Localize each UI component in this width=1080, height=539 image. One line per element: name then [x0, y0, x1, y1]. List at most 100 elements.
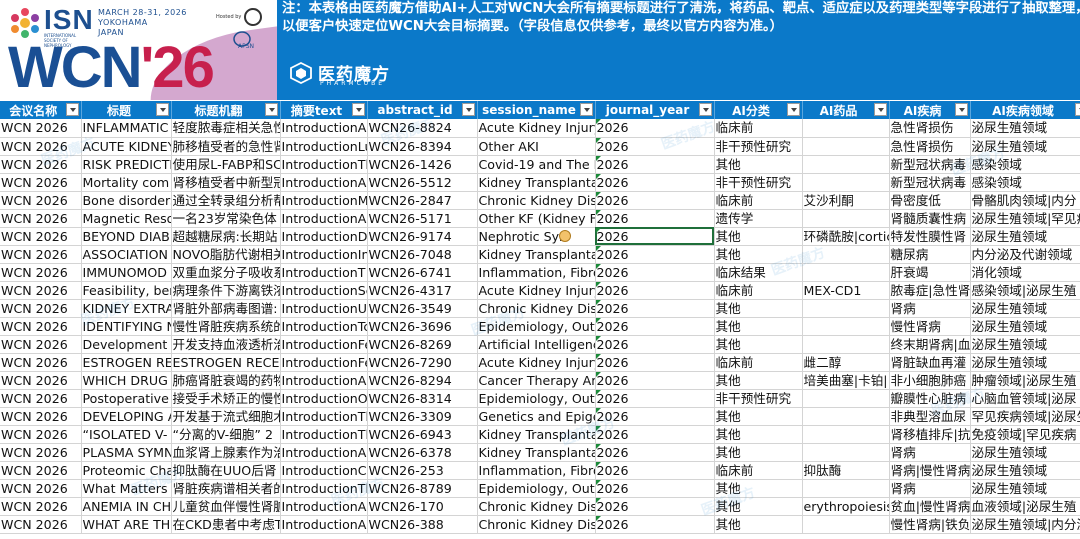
table-cell[interactable]: IntroductionTh [280, 155, 368, 174]
table-cell[interactable]: MEX-CD1 [802, 281, 890, 300]
table-cell[interactable]: WCN26-3696 [367, 317, 478, 336]
table-cell[interactable]: Chronic Kidney Dis [477, 497, 596, 516]
table-cell[interactable]: 肾病 [889, 479, 971, 498]
table-cell[interactable]: 肾移植受者中新型冠 [171, 173, 281, 192]
table-cell[interactable]: 非小细胞肺癌 [889, 371, 971, 390]
table-cell[interactable]: IntroductionLu [280, 137, 368, 156]
table-cell[interactable] [802, 407, 890, 426]
column-header[interactable]: journal_year [595, 101, 715, 119]
table-cell[interactable]: 其他 [714, 317, 803, 336]
table-cell[interactable]: WCN 2026 [0, 209, 82, 228]
table-cell[interactable]: 非干预性研究 [714, 137, 803, 156]
column-header[interactable]: AI药品 [802, 101, 890, 119]
table-cell[interactable]: 其他 [714, 479, 803, 498]
table-cell[interactable]: 急性肾损伤 [889, 119, 971, 138]
table-cell[interactable]: WCN26-388 [367, 515, 478, 534]
table-cell[interactable]: 慢性肾病 [889, 317, 971, 336]
table-cell[interactable]: 慢性肾病|铁负 [889, 515, 971, 534]
table-cell[interactable]: IntroductionTh [280, 479, 368, 498]
table-cell[interactable]: 急性肾损伤 [889, 137, 971, 156]
table-cell[interactable]: 免疫领域|罕见疾病 [970, 425, 1080, 444]
table-cell[interactable]: Kidney Transplanta [477, 245, 596, 264]
table-cell[interactable]: Covid-19 and The K [477, 155, 596, 174]
table-cell[interactable]: IntroductionSe [280, 281, 368, 300]
table-cell[interactable]: Epidemiology, Outc [477, 389, 596, 408]
table-cell[interactable]: 2026 [595, 155, 715, 174]
table-cell[interactable]: 感染领域|泌尿生殖 [970, 281, 1080, 300]
table-cell[interactable]: Other KF (Kidney Fa [477, 209, 596, 228]
table-cell[interactable]: 2026 [595, 263, 715, 282]
table-cell[interactable]: WCN 2026 [0, 335, 82, 354]
table-cell[interactable]: IDENTIFYING N [81, 317, 172, 336]
table-cell[interactable]: 终末期肾病|血 [889, 335, 971, 354]
table-cell[interactable]: IntroductionT [280, 263, 368, 282]
table-cell[interactable]: 泌尿生殖领域 [970, 299, 1080, 318]
table-cell[interactable]: ESTROGEN RECEP [171, 353, 281, 372]
table-cell[interactable]: IntroductionA [280, 443, 368, 462]
table-cell[interactable]: 2026 [595, 173, 715, 192]
table-cell[interactable]: 遗传学 [714, 209, 803, 228]
table-cell[interactable]: 其他 [714, 227, 803, 246]
table-cell[interactable]: 2026 [595, 299, 715, 318]
table-cell[interactable]: 肾脏疾病谱相关者的 [171, 479, 281, 498]
table-cell[interactable] [802, 209, 890, 228]
filter-dropdown-icon[interactable] [579, 103, 593, 116]
filter-dropdown-icon[interactable] [264, 103, 278, 116]
table-cell[interactable]: 泌尿生殖领域 [970, 137, 1080, 156]
table-cell[interactable]: 非典型溶血尿 [889, 407, 971, 426]
filter-dropdown-icon[interactable] [1074, 103, 1080, 116]
table-cell[interactable]: WCN26-7048 [367, 245, 478, 264]
table-cell[interactable]: IntroductionIn [280, 245, 368, 264]
table-cell[interactable] [802, 119, 890, 138]
table-cell[interactable]: 肾病 [889, 299, 971, 318]
table-cell[interactable]: erythropoiesis [802, 497, 890, 516]
table-cell[interactable]: IntroductionA [280, 515, 368, 534]
table-cell[interactable]: 2026 [595, 371, 715, 390]
table-cell[interactable]: 临床前 [714, 191, 803, 210]
table-cell[interactable]: 新型冠状病毒 [889, 155, 971, 174]
table-cell[interactable]: WCN 2026 [0, 173, 82, 192]
table-cell[interactable]: “分离的V-细胞” 2 [171, 425, 281, 444]
table-cell[interactable]: 其他 [714, 245, 803, 264]
table-cell[interactable]: WCN26-5171 [367, 209, 478, 228]
table-cell[interactable]: WCN26-1426 [367, 155, 478, 174]
table-cell[interactable]: WCN26-9174 [367, 227, 478, 246]
table-cell[interactable]: WCN 2026 [0, 425, 82, 444]
table-cell[interactable] [802, 479, 890, 498]
table-cell[interactable]: 环磷酰胺|cortic [802, 227, 890, 246]
table-cell[interactable]: WCN 2026 [0, 245, 82, 264]
table-cell[interactable]: 泌尿生殖领域|罕见病 [970, 209, 1080, 228]
table-cell[interactable]: 非干预性研究 [714, 173, 803, 192]
table-cell[interactable]: 临床前 [714, 281, 803, 300]
table-cell[interactable]: 内分泌及代谢领域 [970, 245, 1080, 264]
table-cell[interactable]: “ISOLATED V- [81, 425, 172, 444]
table-cell[interactable]: 泌尿生殖领域 [970, 227, 1080, 246]
table-cell[interactable]: WCN26-8269 [367, 335, 478, 354]
table-cell[interactable]: 开发支持血液透析治 [171, 335, 281, 354]
table-cell[interactable]: 2026 [595, 443, 715, 462]
table-cell[interactable]: INFLAMMATIC [81, 119, 172, 138]
table-cell[interactable]: 其他 [714, 425, 803, 444]
table-cell[interactable]: WCN 2026 [0, 281, 82, 300]
table-cell[interactable]: Inflammation, Fibro [477, 263, 596, 282]
table-cell[interactable]: WCN 2026 [0, 461, 82, 480]
column-header[interactable]: AI疾病领域 [970, 101, 1080, 119]
filter-dropdown-icon[interactable] [698, 103, 712, 116]
table-cell[interactable]: 超越糖尿病:长期站 [171, 227, 281, 246]
table-cell[interactable]: 其他 [714, 299, 803, 318]
table-cell[interactable]: Magnetic Reso [81, 209, 172, 228]
table-cell[interactable]: 2026 [595, 119, 715, 138]
table-cell[interactable]: 2026 [595, 353, 715, 372]
table-cell[interactable]: 肺癌肾脏衰竭的药物 [171, 371, 281, 390]
table-cell[interactable]: WCN26-8789 [367, 479, 478, 498]
table-cell[interactable]: Acute Kidney Injury [477, 353, 596, 372]
table-cell[interactable]: WHICH DRUG [81, 371, 172, 390]
table-cell[interactable] [802, 245, 890, 264]
table-cell[interactable] [802, 335, 890, 354]
table-cell[interactable]: 2026 [595, 137, 715, 156]
table-cell[interactable]: Artificial Intelligenc [477, 335, 596, 354]
table-cell[interactable]: ACUTE KIDNEY [81, 137, 172, 156]
table-cell[interactable]: Kidney Transplanta [477, 425, 596, 444]
table-cell[interactable]: Kidney Transplanta [477, 173, 596, 192]
table-cell[interactable]: WCN26-3549 [367, 299, 478, 318]
